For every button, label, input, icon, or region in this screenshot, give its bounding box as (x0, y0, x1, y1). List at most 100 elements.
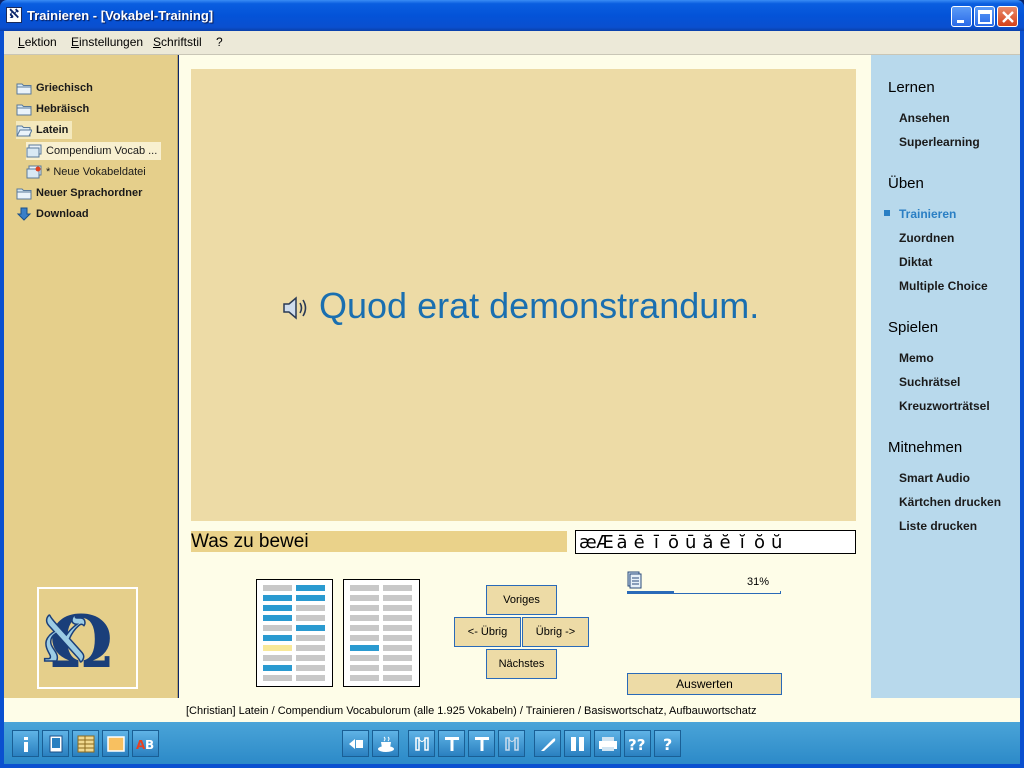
char-i-macron[interactable]: ī (648, 532, 665, 553)
thumb-row (383, 615, 412, 621)
previous-button[interactable]: Voriges (486, 585, 557, 615)
minimize-button[interactable] (951, 6, 972, 27)
tree-item-compendium[interactable]: Compendium Vocab ... (26, 142, 162, 160)
progress-fill (627, 591, 675, 593)
mode-multiple-choice[interactable]: Multiple Choice (899, 279, 988, 293)
columns-icon[interactable] (564, 730, 591, 757)
mode-superlearning[interactable]: Superlearning (899, 135, 980, 149)
char-o-breve[interactable]: ŏ (751, 532, 768, 553)
mode-kreuzwortraetsel[interactable]: Kreuzworträtsel (899, 399, 990, 413)
tree-item-hebraeisch[interactable]: Hebräisch (16, 100, 89, 118)
left-remaining-button[interactable]: <- Übrig (454, 617, 521, 647)
mode-kaertchen-drucken[interactable]: Kärtchen drucken (899, 495, 1001, 509)
char-a-breve[interactable]: ă (699, 532, 716, 553)
thumb-row (263, 675, 292, 681)
thumb-row (350, 585, 379, 591)
section-mitnehmen: Mitnehmen (888, 439, 963, 456)
app-logo: Ω א (37, 587, 138, 689)
menu-help[interactable]: ? (216, 35, 223, 49)
char-a-macron[interactable]: ā (613, 532, 630, 553)
mode-liste-drucken[interactable]: Liste drucken (899, 519, 977, 533)
menu-schriftstil[interactable]: Schriftstil (153, 35, 202, 49)
thumb-row (263, 595, 292, 601)
progress-bar (627, 591, 781, 594)
list-icon[interactable] (72, 730, 99, 757)
next-button[interactable]: Nächstes (486, 649, 557, 679)
thumb-row (296, 595, 325, 601)
ab-icon[interactable]: AB (132, 730, 159, 757)
char-AE[interactable]: Æ (596, 532, 614, 553)
evaluate-button[interactable]: Auswerten (627, 673, 782, 695)
frame-icon[interactable] (408, 730, 435, 757)
char-o-macron[interactable]: ō (665, 532, 682, 553)
card-icon[interactable] (102, 730, 129, 757)
mode-ansehen[interactable]: Ansehen (899, 111, 950, 125)
thumb-row (383, 675, 412, 681)
two-column-layout-button[interactable] (256, 579, 333, 687)
new-vocab-file-icon (26, 165, 42, 179)
app-icon[interactable]: ℵ (6, 7, 22, 23)
svg-text:?: ? (663, 735, 672, 754)
tree-item-latein[interactable]: Latein (16, 121, 73, 139)
char-i-breve[interactable]: ĭ (734, 532, 751, 553)
section-spielen: Spielen (888, 319, 939, 336)
char-e-macron[interactable]: ē (631, 532, 648, 553)
printer-icon[interactable] (594, 730, 621, 757)
text-t-icon[interactable] (438, 730, 465, 757)
mode-diktat[interactable]: Diktat (899, 255, 932, 269)
quill-icon[interactable] (534, 730, 561, 757)
thumb-row (296, 585, 325, 591)
tree-item-griechisch[interactable]: Griechisch (16, 79, 93, 97)
folder-icon (16, 186, 32, 200)
tree-label: Compendium Vocab ... (46, 145, 158, 157)
lesson-tree: Griechisch Hebräisch Latein Compendium V… (4, 55, 178, 698)
tree-item-neuer-sprachordner[interactable]: Neuer Sprachordner (16, 184, 142, 202)
thumb-row (263, 645, 292, 651)
right-remaining-button[interactable]: Übrig -> (522, 617, 589, 647)
back-icon[interactable] (342, 730, 369, 757)
thumb-row (383, 645, 412, 651)
char-e-breve[interactable]: ĕ (717, 532, 734, 553)
frame-outline-icon[interactable] (498, 730, 525, 757)
vocab-file-icon (26, 144, 42, 158)
char-ae[interactable]: æ (579, 532, 597, 553)
thumb-row (350, 665, 379, 671)
answer-input[interactable] (191, 531, 567, 552)
thumb-row (350, 625, 379, 631)
menu-lektion[interactable]: Lektion (18, 35, 57, 49)
progress-percent: 31% (747, 576, 770, 588)
mode-memo[interactable]: Memo (899, 351, 934, 365)
tree-item-download[interactable]: Download (16, 205, 89, 223)
close-icon (1002, 11, 1014, 23)
open-folder-icon (16, 123, 33, 137)
section-lernen: Lernen (888, 79, 935, 96)
thumb-row (263, 605, 292, 611)
char-u-breve[interactable]: ŭ (768, 532, 785, 553)
thumb-row (350, 615, 379, 621)
title-bar[interactable]: ℵ Trainieren - [Vokabel-Training] (0, 0, 1024, 31)
training-area: Quod erat demonstrandum. æ Æ ā ē ī ō ū ă… (179, 55, 871, 698)
text-t-bold-icon[interactable] (468, 730, 495, 757)
bottom-toolbar: AB ?? ? (4, 722, 1020, 764)
mode-trainieren[interactable]: Trainieren (899, 207, 956, 221)
mode-suchraetsel[interactable]: Suchrätsel (899, 375, 960, 389)
tree-item-neue-vokabeldatei[interactable]: * Neue Vokabeldatei (26, 163, 146, 181)
mode-zuordnen[interactable]: Zuordnen (899, 231, 954, 245)
speaker-icon[interactable] (281, 295, 311, 321)
maximize-button[interactable] (974, 6, 995, 27)
tree-label: Griechisch (36, 82, 93, 94)
aleph-omega-logo-icon: Ω א (40, 589, 113, 684)
mode-smart-audio[interactable]: Smart Audio (899, 471, 970, 485)
thumb-row (263, 635, 292, 641)
menu-einstellungen[interactable]: Einstellungen (71, 35, 143, 49)
single-column-layout-button[interactable] (343, 579, 420, 687)
char-u-macron[interactable]: ū (682, 532, 699, 553)
close-button[interactable] (997, 6, 1018, 27)
help-icon[interactable]: ? (654, 730, 681, 757)
thumb-row (383, 625, 412, 631)
questions-icon[interactable]: ?? (624, 730, 651, 757)
window-title: Trainieren - [Vokabel-Training] (27, 8, 214, 23)
info-icon[interactable] (12, 730, 39, 757)
coffee-icon[interactable] (372, 730, 399, 757)
book-icon[interactable] (42, 730, 69, 757)
